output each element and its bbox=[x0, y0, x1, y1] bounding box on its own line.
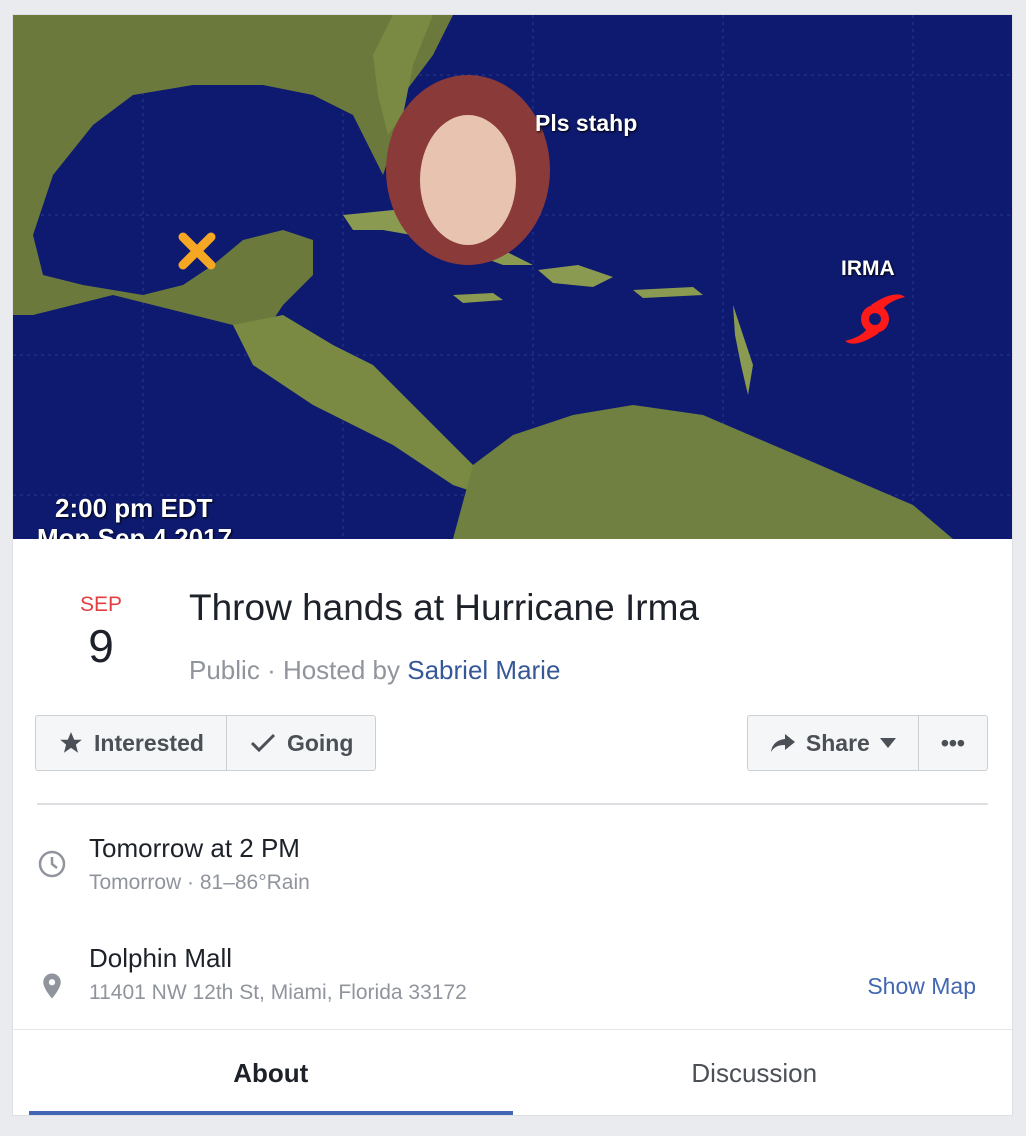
interested-button[interactable]: Interested bbox=[36, 716, 227, 770]
star-icon bbox=[58, 730, 84, 756]
tab-about[interactable]: About bbox=[29, 1030, 513, 1115]
going-label: Going bbox=[286, 729, 354, 756]
share-arrow-icon bbox=[770, 732, 796, 754]
event-title: Throw hands at Hurricane Irma bbox=[189, 587, 699, 628]
chevron-down-icon bbox=[879, 738, 896, 748]
more-options-button[interactable]: ••• bbox=[919, 716, 987, 770]
event-time: Tomorrow at 2 PM bbox=[89, 833, 300, 863]
section-divider bbox=[37, 803, 988, 805]
clock-icon bbox=[37, 849, 69, 881]
location-name[interactable]: Dolphin Mall bbox=[89, 943, 232, 974]
event-date-badge: SEP 9 bbox=[63, 593, 139, 673]
share-label: Share bbox=[805, 729, 870, 756]
checkmark-icon bbox=[249, 731, 277, 755]
cover-photo[interactable]: Pls stahp IRMA 2:00 pm EDT Mon Sep 4 201… bbox=[13, 15, 1012, 539]
event-subtitle: Public · Hosted by Sabriel Marie bbox=[189, 655, 560, 686]
share-buttons: Share ••• bbox=[746, 715, 988, 771]
hosted-by-label: · Hosted by bbox=[267, 655, 401, 685]
event-day: 9 bbox=[88, 620, 114, 672]
event-month: SEP bbox=[79, 593, 123, 616]
location-address: 11401 NW 12th St, Miami, Florida 33172 bbox=[89, 981, 467, 1004]
show-map-link[interactable]: Show Map bbox=[867, 973, 976, 1000]
going-button[interactable]: Going bbox=[227, 716, 375, 770]
event-time-row: Tomorrow at 2 PM Tomorrow · 81–86°Rain bbox=[37, 833, 988, 913]
rsvp-buttons: Interested Going bbox=[35, 715, 377, 771]
map-timestamp: 2:00 pm EDT bbox=[55, 493, 213, 523]
event-time-detail: Tomorrow · 81–86°Rain bbox=[89, 871, 310, 894]
location-pin-icon bbox=[37, 971, 69, 1003]
map-date-stamp: Mon Sep 4 2017 bbox=[37, 523, 233, 539]
event-card: Pls stahp IRMA 2:00 pm EDT Mon Sep 4 201… bbox=[12, 14, 1013, 1116]
cover-caption: Pls stahp bbox=[535, 110, 638, 136]
event-location-row: Dolphin Mall 11401 NW 12th St, Miami, Fl… bbox=[37, 943, 988, 1023]
event-tabs: About Discussion bbox=[13, 1029, 1012, 1115]
event-privacy: Public bbox=[189, 655, 260, 685]
more-icon: ••• bbox=[940, 729, 965, 756]
tab-discussion[interactable]: Discussion bbox=[513, 1030, 997, 1115]
storm-label: IRMA bbox=[841, 257, 895, 280]
host-link[interactable]: Sabriel Marie bbox=[407, 655, 560, 685]
interested-label: Interested bbox=[94, 729, 204, 756]
share-button[interactable]: Share bbox=[748, 716, 919, 770]
